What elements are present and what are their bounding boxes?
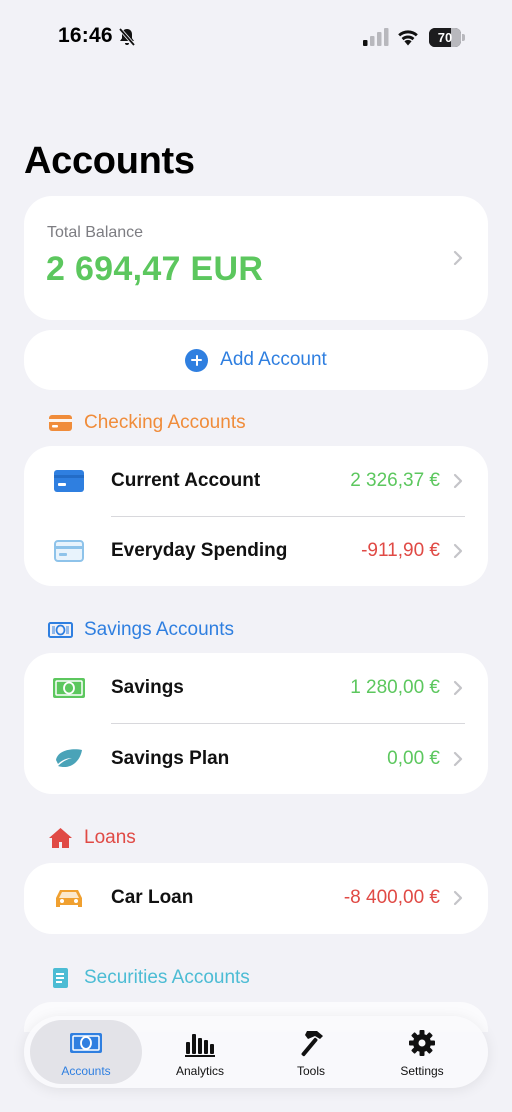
tab-bar: Accounts Analytics Tools Settings xyxy=(24,1016,488,1088)
tab-settings[interactable]: Settings xyxy=(366,1020,478,1084)
car-icon xyxy=(56,890,82,907)
account-label: Savings Plan xyxy=(111,748,230,769)
tab-label: Accounts xyxy=(61,1064,111,1078)
checking-accounts-card: Current Account 2 326,37 € Everyday Spen… xyxy=(24,446,488,586)
account-balance: 0,00 € xyxy=(387,748,440,769)
bar-chart-icon xyxy=(185,1034,215,1057)
bell-muted-icon xyxy=(118,27,136,47)
document-icon xyxy=(53,968,68,988)
tab-analytics[interactable]: Analytics xyxy=(144,1020,256,1084)
banknote-icon xyxy=(53,678,85,698)
chevron-right-icon xyxy=(453,543,463,559)
account-label: Current Account xyxy=(111,470,261,491)
account-balance: 1 280,00 € xyxy=(350,677,440,698)
tab-label: Analytics xyxy=(175,1064,225,1078)
tab-tools[interactable]: Tools xyxy=(255,1020,367,1084)
chevron-right-icon xyxy=(453,250,463,266)
account-balance: -911,90 € xyxy=(361,540,440,561)
chevron-right-icon xyxy=(453,751,463,767)
battery-indicator: 70 xyxy=(429,28,465,47)
account-label: Car Loan xyxy=(111,887,194,908)
section-header-checking: Checking Accounts xyxy=(48,409,246,437)
account-row-savings-plan[interactable]: Savings Plan 0,00 € xyxy=(24,724,488,794)
add-account-label: Add Account xyxy=(220,349,327,370)
status-bar: 16:46 70 xyxy=(0,0,512,74)
section-header-securities: Securities Accounts xyxy=(48,964,250,992)
account-label: Everyday Spending xyxy=(111,540,288,561)
section-header-loans: Loans xyxy=(48,824,136,852)
chevron-right-icon xyxy=(453,680,463,696)
status-time: 16:46 xyxy=(58,24,113,47)
wifi-icon xyxy=(398,30,418,46)
section-title-savings: Savings Accounts xyxy=(84,619,234,640)
account-balance: -8 400,00 € xyxy=(343,887,440,908)
section-header-savings: Savings Accounts xyxy=(48,616,234,644)
page-title: Accounts xyxy=(24,140,195,182)
section-title-securities: Securities Accounts xyxy=(84,967,250,988)
battery-level: 70 xyxy=(437,30,453,45)
tab-label: Tools xyxy=(296,1064,325,1078)
card-outline-icon xyxy=(54,540,84,562)
account-balance: 2 326,37 € xyxy=(350,470,440,491)
total-balance-value: 2 694,47 EUR xyxy=(46,250,264,288)
account-row-current[interactable]: Current Account 2 326,37 € xyxy=(24,446,488,516)
banknote-icon xyxy=(70,1033,102,1053)
tab-accounts[interactable]: Accounts xyxy=(30,1020,142,1084)
section-title-loans: Loans xyxy=(84,827,136,848)
house-icon xyxy=(49,828,72,848)
loans-card: Car Loan -8 400,00 € xyxy=(24,863,488,934)
chevron-right-icon xyxy=(453,473,463,489)
total-balance-card[interactable]: Total Balance 2 694,47 EUR xyxy=(24,196,488,320)
section-title-checking: Checking Accounts xyxy=(84,412,246,433)
account-row-everyday[interactable]: Everyday Spending -911,90 € xyxy=(24,516,488,586)
gear-icon xyxy=(409,1030,435,1056)
cellular-signal-icon xyxy=(363,28,389,46)
total-balance-label: Total Balance xyxy=(47,224,144,241)
card-icon xyxy=(54,470,84,492)
account-row-savings[interactable]: Savings 1 280,00 € xyxy=(24,653,488,723)
banknote-icon xyxy=(48,622,73,638)
savings-accounts-card: Savings 1 280,00 € Savings Plan 0,00 € xyxy=(24,653,488,794)
add-account-button[interactable]: Add Account xyxy=(24,330,488,390)
hammer-icon xyxy=(301,1031,323,1057)
leaf-icon xyxy=(56,749,82,768)
tab-label: Settings xyxy=(400,1064,444,1078)
plus-circle-icon xyxy=(185,348,209,372)
chevron-right-icon xyxy=(453,890,463,906)
account-label: Savings xyxy=(111,677,184,698)
card-icon xyxy=(49,415,72,431)
account-row-car-loan[interactable]: Car Loan -8 400,00 € xyxy=(24,863,488,933)
